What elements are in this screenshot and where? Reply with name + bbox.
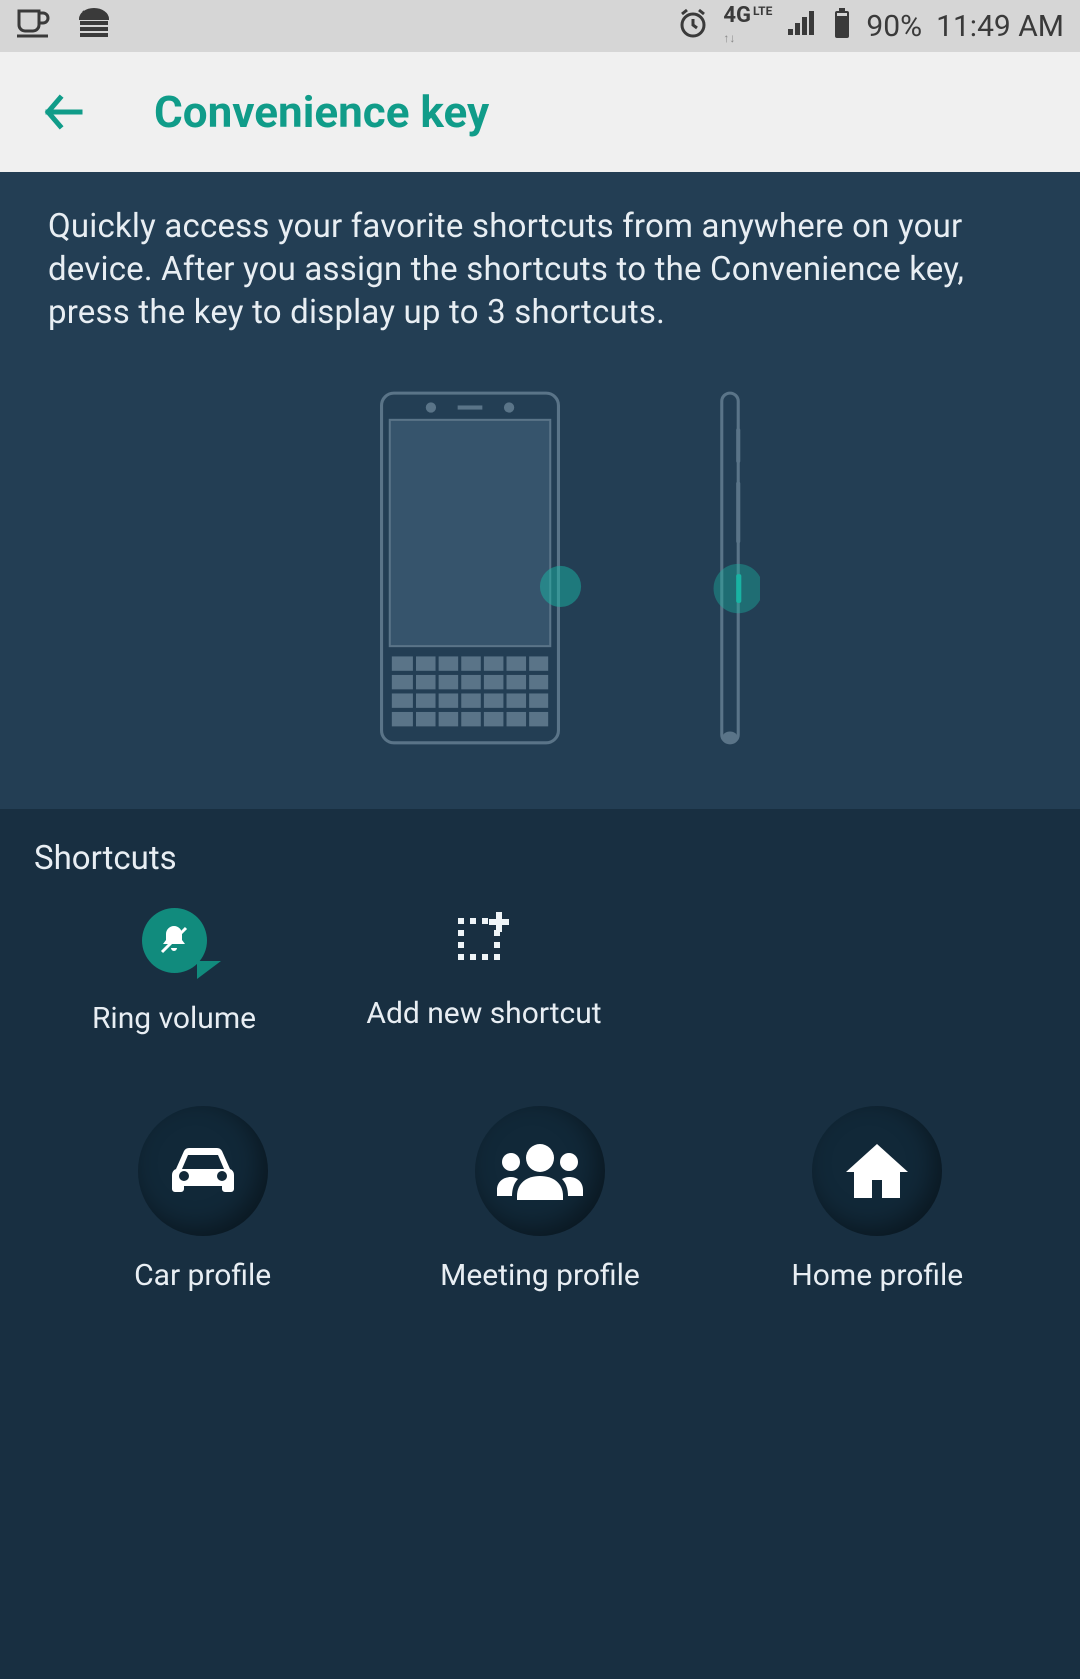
shortcut-label: Ring volume bbox=[92, 1001, 256, 1036]
shortcut-label: Meeting profile bbox=[440, 1258, 640, 1293]
bell-mute-icon bbox=[142, 908, 207, 973]
shortcut-label: Car profile bbox=[134, 1258, 271, 1293]
shortcut-label: Home profile bbox=[791, 1258, 963, 1293]
intro-panel: Quickly access your favorite shortcuts f… bbox=[0, 172, 1080, 809]
phone-front-icon bbox=[320, 389, 620, 749]
network-4g-label: 4GLTE ↑↓ bbox=[723, 6, 772, 46]
page-title: Convenience key bbox=[154, 86, 489, 138]
shortcut-add-new[interactable]: Add new shortcut bbox=[324, 908, 644, 1036]
shortcuts-panel: Shortcuts Ring volume Add n bbox=[0, 809, 1080, 1679]
add-shortcut-icon bbox=[456, 912, 512, 968]
back-button[interactable] bbox=[34, 82, 94, 142]
profile-meeting[interactable]: Meeting profile bbox=[400, 1106, 680, 1293]
android-icon bbox=[74, 7, 114, 46]
car-icon bbox=[138, 1106, 268, 1236]
phone-illustration bbox=[48, 389, 1032, 749]
battery-icon bbox=[832, 7, 852, 46]
status-bar: 4GLTE ↑↓ 90% 11:49 AM bbox=[0, 0, 1080, 52]
signal-icon bbox=[786, 9, 818, 44]
home-icon bbox=[812, 1106, 942, 1236]
battery-percent: 90% bbox=[866, 9, 922, 44]
group-icon bbox=[475, 1106, 605, 1236]
profile-home[interactable]: Home profile bbox=[737, 1106, 1017, 1293]
alarm-icon bbox=[677, 7, 709, 46]
app-bar: Convenience key bbox=[0, 52, 1080, 172]
shortcut-label: Add new shortcut bbox=[366, 996, 601, 1031]
shortcut-ring-volume[interactable]: Ring volume bbox=[34, 908, 314, 1036]
profile-car[interactable]: Car profile bbox=[63, 1106, 343, 1293]
phone-side-icon bbox=[700, 389, 760, 749]
coffee-icon bbox=[16, 8, 52, 45]
arrow-left-icon bbox=[40, 88, 88, 136]
intro-text: Quickly access your favorite shortcuts f… bbox=[48, 206, 1032, 335]
shortcuts-title: Shortcuts bbox=[34, 839, 1046, 878]
clock-time: 11:49 AM bbox=[936, 9, 1064, 44]
